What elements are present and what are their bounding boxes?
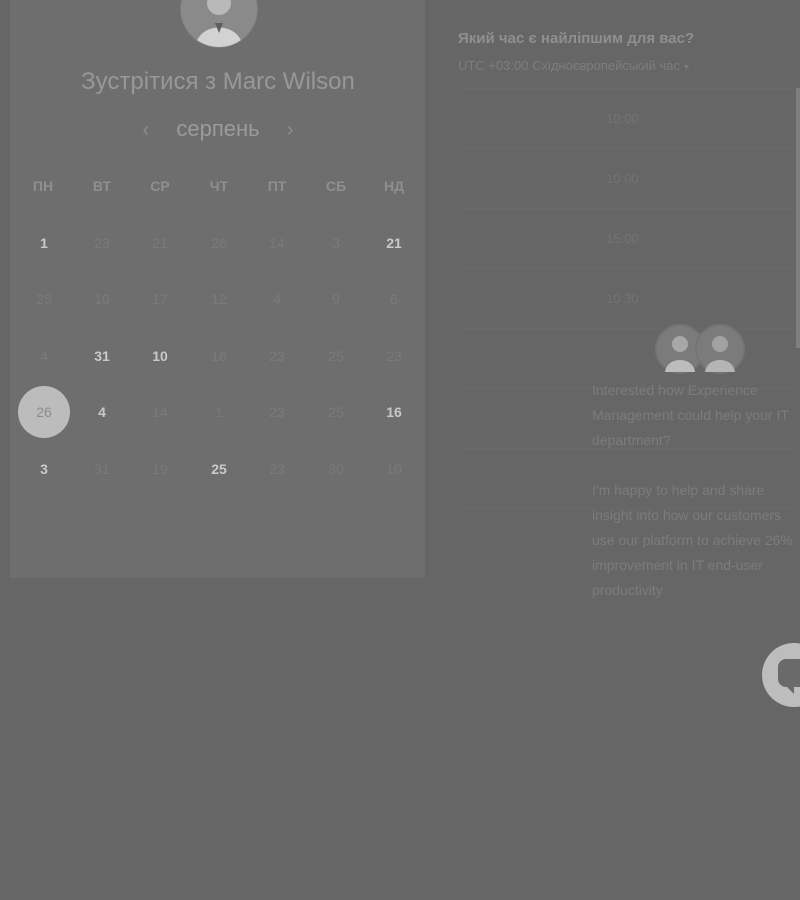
calendar-day: 1 bbox=[215, 404, 223, 420]
time-slot-label: 10:00 bbox=[606, 111, 639, 126]
calendar-day[interactable]: 1 bbox=[18, 217, 70, 269]
chat-avatars bbox=[655, 322, 747, 376]
calendar-day[interactable]: 25 bbox=[193, 443, 245, 495]
time-slot[interactable]: 10:30 bbox=[458, 268, 798, 328]
calendar-day: 4 bbox=[40, 348, 48, 364]
chat-bubble-icon bbox=[778, 659, 800, 694]
calendar-day: 6 bbox=[390, 291, 398, 307]
calendar-day: 30 bbox=[328, 461, 344, 477]
time-list-scrollbar[interactable] bbox=[796, 88, 800, 348]
calendar-day: 14 bbox=[152, 404, 168, 420]
calendar-day: 23 bbox=[94, 235, 110, 251]
chat-message: I'm happy to help and share insight into… bbox=[592, 482, 793, 598]
time-slot-label: 15:00 bbox=[606, 231, 639, 246]
person-photo-icon bbox=[705, 336, 735, 372]
calendar-day[interactable]: 16 bbox=[368, 386, 420, 438]
calendar-grid: 1 23 21 26 14 3 21 25 10 17 12 4 9 6 4 31 10 16 23 25 23 26 4 1… bbox=[0, 0, 436, 578]
calendar-day: 19 bbox=[152, 461, 168, 477]
chat-popup[interactable]: Interested how Experience Management cou… bbox=[592, 378, 800, 628]
calendar-day: 23 bbox=[269, 461, 285, 477]
calendar-day: 23 bbox=[386, 348, 402, 364]
calendar-day: 25 bbox=[328, 348, 344, 364]
calendar-day: 9 bbox=[332, 291, 340, 307]
calendar-day[interactable]: 4 bbox=[76, 386, 128, 438]
chat-launcher-button[interactable] bbox=[762, 643, 800, 707]
time-slot-label: 10:30 bbox=[606, 291, 639, 306]
caret-down-icon: ▾ bbox=[683, 62, 689, 73]
agent-avatar-2 bbox=[695, 324, 745, 374]
calendar-day: 23 bbox=[269, 404, 285, 420]
time-slot[interactable]: 10:00 bbox=[458, 88, 798, 148]
chat-message: Interested how Experience Management cou… bbox=[592, 382, 789, 448]
calendar-day: 16 bbox=[211, 348, 227, 364]
calendar-day: 25 bbox=[36, 291, 52, 307]
calendar-day: 14 bbox=[269, 235, 285, 251]
calendar-day: 17 bbox=[152, 291, 168, 307]
calendar-day: 4 bbox=[273, 291, 281, 307]
calendar-day: 21 bbox=[152, 235, 168, 251]
timezone-label: UTC +03:00 Східноєвропейський час bbox=[458, 58, 680, 73]
calendar-day[interactable]: 21 bbox=[368, 217, 420, 269]
page-overlay: Зустрітися з Marc Wilson ‹ серпень › ПН … bbox=[0, 0, 800, 900]
calendar-day: 10 bbox=[94, 291, 110, 307]
calendar-day: 25 bbox=[328, 404, 344, 420]
calendar-day[interactable]: 31 bbox=[76, 330, 128, 382]
time-slot-label: 10:00 bbox=[606, 171, 639, 186]
time-slot[interactable]: 10:00 bbox=[458, 148, 798, 208]
calendar-day: 10 bbox=[386, 461, 402, 477]
calendar-day: 23 bbox=[269, 348, 285, 364]
calendar-day: 31 bbox=[94, 461, 110, 477]
calendar-day-selected[interactable]: 26 bbox=[18, 386, 70, 438]
calendar-day: 3 bbox=[332, 235, 340, 251]
timezone-select[interactable]: UTC +03:00 Східноєвропейський час ▾ bbox=[458, 58, 689, 73]
time-question: Який час є найліпшим для вас? bbox=[458, 30, 695, 47]
calendar-day[interactable]: 10 bbox=[134, 330, 186, 382]
calendar-day: 26 bbox=[211, 235, 227, 251]
calendar-day: 12 bbox=[211, 291, 227, 307]
calendar-day[interactable]: 3 bbox=[18, 443, 70, 495]
time-slot[interactable]: 15:00 bbox=[458, 208, 798, 268]
